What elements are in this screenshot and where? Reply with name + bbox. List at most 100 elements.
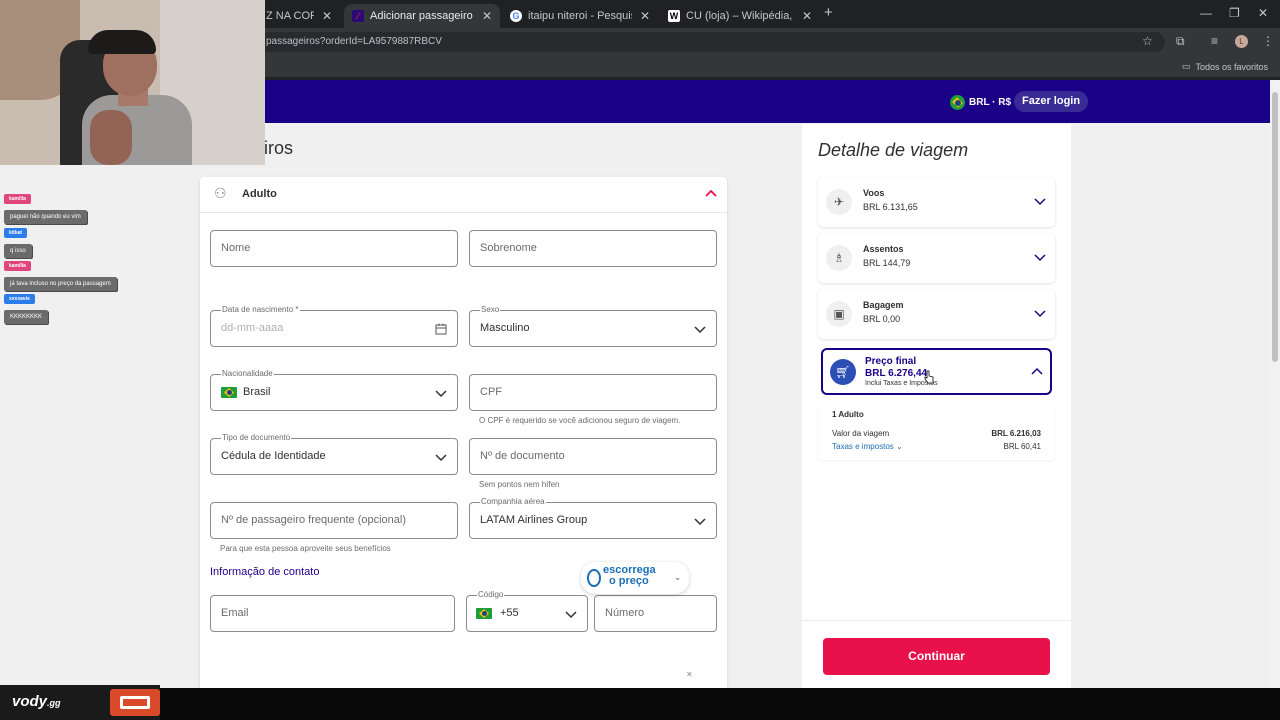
menu-icon[interactable]: ⋮ (1262, 34, 1274, 48)
first-name-field[interactable]: Nome (210, 230, 458, 267)
bookmarks-label: Todos os favoritos (1195, 61, 1268, 72)
stream-logo-mark (120, 696, 150, 709)
media-icon[interactable]: ≡ (1211, 34, 1218, 48)
chevron-up-icon[interactable] (703, 186, 719, 202)
seats-label: Assentos (863, 244, 904, 254)
nationality-select[interactable]: Nacionalidade Brasil (210, 369, 458, 411)
phone-number-field[interactable]: Número (594, 595, 717, 632)
chevron-down-icon (1034, 310, 1046, 318)
close-tab-icon[interactable]: ✕ (802, 9, 812, 23)
chat-message: kitkat q isso (4, 221, 32, 258)
hand-cursor-icon (924, 370, 934, 384)
airline-select[interactable]: Companhia aérea LATAM Airlines Group (469, 497, 717, 539)
calendar-icon[interactable] (435, 323, 447, 335)
email-field[interactable]: Email (210, 595, 455, 632)
document-type-value: Cédula de Identidade (221, 450, 326, 462)
minimize-icon[interactable]: — (1200, 6, 1212, 20)
close-tab-icon[interactable]: ✕ (640, 9, 650, 23)
vody-logo: vody.gg (12, 693, 61, 710)
taxes-toggle[interactable]: Taxas e impostos ⌄ (832, 442, 903, 451)
close-tab-icon[interactable]: ✕ (322, 9, 332, 23)
document-type-select[interactable]: Tipo de documento Cédula de Identidade (210, 433, 458, 475)
chevron-down-icon (694, 326, 706, 334)
folder-icon: ▭ (1181, 61, 1191, 71)
final-price-label: Preço final (865, 356, 917, 367)
escorrega-o-preco-widget[interactable]: escorrega o preço ⌄ (581, 562, 689, 594)
new-tab-button[interactable]: + (824, 4, 833, 21)
tab-title: Adicionar passageiro | LATAM A (370, 10, 474, 22)
chevron-down-icon (694, 518, 706, 526)
final-price-value: BRL 6.276,44 (865, 368, 928, 379)
first-name-placeholder: Nome (221, 242, 251, 254)
person-icon: ⚇ (214, 185, 227, 201)
seats-item[interactable]: ♗ Assentos BRL 144,79 (818, 233, 1055, 283)
birthdate-field[interactable]: Data de nascimento * dd-mm-aaaa (210, 305, 458, 347)
close-tab-icon[interactable]: ✕ (482, 9, 492, 23)
country-code-select[interactable]: Código +55 (466, 590, 588, 632)
chevron-down-icon (1034, 254, 1046, 262)
last-name-placeholder: Sobrenome (480, 242, 537, 254)
tab-coreia[interactable]: Z NA COREIA D ✕ (258, 4, 340, 28)
page-title: iros (264, 138, 294, 158)
close-window-icon[interactable]: ✕ (1258, 6, 1268, 20)
nationality-value: Brasil (243, 386, 271, 398)
flights-price: BRL 6.131,65 (863, 202, 918, 212)
baggage-label: Bagagem (863, 300, 904, 310)
document-type-label: Tipo de documento (221, 433, 292, 442)
restore-icon[interactable]: ❐ (1229, 6, 1240, 20)
birthdate-label: Data de nascimento * (221, 305, 300, 314)
chevron-down-icon (435, 454, 447, 462)
cpf-helper-text: O CPF é requerido se você adicionou segu… (479, 416, 681, 425)
trip-value: BRL 6.216,03 (991, 429, 1041, 438)
passenger-count: 1 Adulto (832, 410, 864, 419)
document-number-helper: Sem pontos nem hífen (479, 480, 560, 489)
chat-message: kamilla já tava incluso no preço da pass… (4, 254, 117, 291)
streamer-webcam (0, 0, 265, 165)
address-bar[interactable]: passageiros?orderId=LA9579887RBCV (260, 32, 1165, 52)
login-button[interactable]: Fazer login (1014, 91, 1089, 112)
chevron-down-icon[interactable]: ⌄ (674, 572, 681, 583)
phone-number-placeholder: Número (605, 607, 645, 619)
page-scrollbar[interactable] (1270, 80, 1280, 688)
document-number-field[interactable]: Nº de documento (469, 438, 717, 475)
tab-google[interactable]: G itaipu niteroi - Pesquisa Google ✕ (502, 4, 658, 28)
tab-latam[interactable]: ⁄ Adicionar passageiro | LATAM A ✕ (344, 4, 500, 28)
scrollbar-thumb[interactable] (1272, 92, 1278, 362)
final-price-item[interactable]: 🛒︎ Preço final BRL 6.276,44 Inclui Taxas… (821, 348, 1052, 395)
cart-icon: 🛒︎ (830, 359, 856, 385)
sex-select[interactable]: Sexo Masculino (469, 305, 717, 347)
brazil-flag-icon (476, 608, 492, 619)
all-bookmarks[interactable]: ▭ Todos os favoritos (1182, 61, 1268, 72)
vody-brand: vody (12, 693, 48, 710)
screen: { "browser": { "tabs": [ {"title": "Z NA… (0, 0, 1280, 720)
baggage-item[interactable]: ▣ Bagagem BRL 0,00 (818, 289, 1055, 339)
vody-suffix: .gg (47, 698, 61, 708)
sex-value: Masculino (480, 322, 530, 334)
extensions-icon[interactable]: ⧉ (1176, 34, 1185, 49)
profile-avatar[interactable]: L (1235, 35, 1248, 48)
flights-label: Voos (863, 188, 885, 198)
close-icon[interactable]: ✕ (686, 670, 693, 679)
currency-label: BRL · R$ (969, 97, 1012, 108)
trip-detail-sidebar: Detalhe de viagem ✈ Voos BRL 6.131,65 ♗ … (802, 124, 1071, 688)
tab-wikipedia[interactable]: W CU (loja) – Wikipédia, a enciclop ✕ (660, 4, 820, 28)
tab-title: itaipu niteroi - Pesquisa Google (528, 10, 632, 22)
currency-selector[interactable]: BRL · R$ (950, 95, 1011, 110)
taxes-label: Taxas e impostos (832, 442, 894, 451)
webcam-cap (88, 30, 156, 54)
frequent-flyer-field[interactable]: Nº de passageiro frequente (opcional) (210, 502, 458, 539)
bookmark-star-icon[interactable]: ☆ (1142, 34, 1153, 48)
cpf-placeholder: CPF (480, 386, 502, 398)
cpf-field[interactable]: CPF (469, 374, 717, 411)
nationality-label: Nacionalidade (221, 369, 274, 378)
chat-username: kamilla (4, 261, 31, 271)
latam-favicon-icon: ⁄ (352, 10, 364, 22)
sex-label: Sexo (480, 305, 501, 314)
adult-section-header[interactable]: ⚇ Adulto (200, 177, 727, 213)
continue-button[interactable]: Continuar (823, 638, 1050, 675)
taxes-value: BRL 60,41 (1003, 442, 1041, 451)
flights-item[interactable]: ✈ Voos BRL 6.131,65 (818, 177, 1055, 227)
birthdate-placeholder: dd-mm-aaaa (221, 322, 284, 334)
luggage-icon: ▣ (826, 301, 852, 327)
last-name-field[interactable]: Sobrenome (469, 230, 717, 267)
